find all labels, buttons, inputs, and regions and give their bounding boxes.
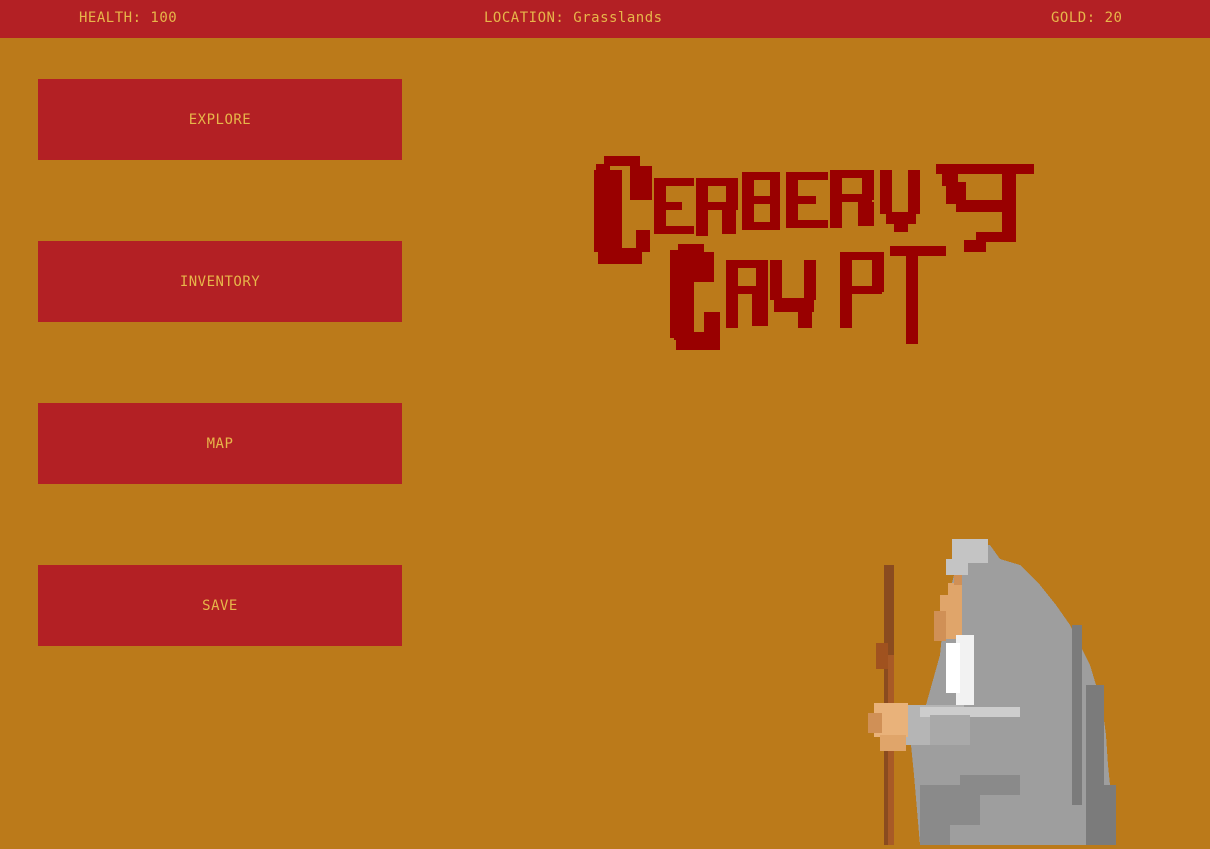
logo-art xyxy=(594,156,1034,350)
location-readout: LOCATION: Grasslands xyxy=(484,10,663,26)
wizard-sprite xyxy=(860,535,1120,845)
inventory-button[interactable]: INVENTORY xyxy=(38,241,402,322)
status-bar: HEALTH: 100 LOCATION: Grasslands GOLD: 2… xyxy=(0,0,1210,38)
explore-button[interactable]: EXPLORE xyxy=(38,79,402,160)
health-readout: HEALTH: 100 xyxy=(79,10,178,26)
save-button[interactable]: SAVE xyxy=(38,565,402,646)
gold-readout: GOLD: 20 xyxy=(1051,10,1123,26)
game-logo: CERBERVS CRYPT xyxy=(590,152,1040,352)
map-button[interactable]: MAP xyxy=(38,403,402,484)
